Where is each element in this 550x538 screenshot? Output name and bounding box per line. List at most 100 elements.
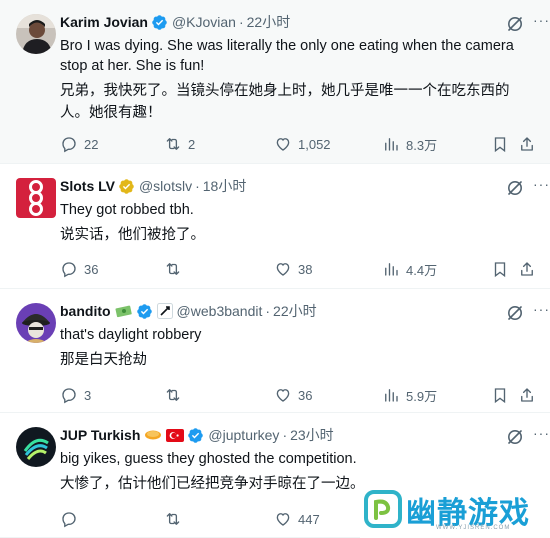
author-handle[interactable]: @slotslv <box>139 176 192 196</box>
grok-icon[interactable] <box>506 179 524 197</box>
coin-icon <box>144 428 162 442</box>
retweet-icon <box>166 513 180 525</box>
timestamp[interactable]: 23小时 <box>290 425 334 445</box>
like-count: 447 <box>298 511 320 527</box>
tweet-translation: 兄弟，我快死了。当镜头停在她身上时，她几乎是唯一一个在吃东西的人。她很有趣！ <box>60 83 510 121</box>
author-handle[interactable]: @jupturkey <box>208 425 279 445</box>
grok-icon[interactable] <box>506 428 524 446</box>
author-name[interactable]: Karim Jovian <box>60 12 148 32</box>
like-button[interactable]: 36 <box>274 386 312 404</box>
bookmark-icon <box>494 137 506 153</box>
watermark-subtitle: WWW.YJISREN.COM <box>436 525 511 531</box>
retweet-button[interactable]: 2 <box>164 135 195 153</box>
share-icon <box>521 388 533 402</box>
reply-icon <box>62 512 76 528</box>
retweet-icon <box>166 263 180 275</box>
reply-button[interactable]: 36 <box>60 260 98 278</box>
reply-button[interactable]: 3 <box>60 386 91 404</box>
author-name[interactable]: Slots LV <box>60 176 115 196</box>
timestamp[interactable]: 22小时 <box>273 301 317 321</box>
like-button[interactable]: 447 <box>274 510 320 528</box>
views-icon <box>385 263 398 276</box>
affiliate-badge-icon <box>156 303 173 319</box>
reply-button[interactable]: 22 <box>60 135 98 153</box>
retweet-icon <box>166 389 180 401</box>
retweet-button[interactable] <box>164 386 188 404</box>
avatar[interactable] <box>16 303 56 343</box>
grok-icon[interactable] <box>506 15 524 33</box>
reply-icon <box>62 388 76 404</box>
more-icon[interactable]: ··· <box>533 301 550 317</box>
like-count: 38 <box>298 261 313 277</box>
views-button[interactable]: 8.3万 <box>382 135 437 154</box>
watermark-logo-icon <box>364 490 402 528</box>
like-icon <box>276 263 290 276</box>
tweet-text: They got robbed tbh. <box>60 202 194 218</box>
reply-button[interactable] <box>60 510 84 528</box>
like-icon <box>276 138 290 151</box>
retweet-count: 2 <box>188 136 196 152</box>
like-button[interactable]: 38 <box>274 260 312 278</box>
views-button[interactable]: 4.4万 <box>382 260 437 279</box>
author-handle[interactable]: @KJovian <box>172 12 236 32</box>
retweet-icon <box>166 138 180 150</box>
author-name[interactable]: JUP Turkish <box>60 425 140 445</box>
bookmark-button[interactable] <box>491 386 509 404</box>
bookmark-icon <box>494 388 506 404</box>
reply-icon <box>62 262 76 278</box>
author-name[interactable]: bandito <box>60 301 111 321</box>
tweet-text: big yikes, guess they ghosted the compet… <box>60 451 357 467</box>
retweet-button[interactable] <box>164 260 188 278</box>
gold-verified-icon <box>118 178 135 195</box>
separator: · <box>195 178 200 194</box>
reply-count: 36 <box>84 261 99 277</box>
views-count: 4.4万 <box>406 262 438 278</box>
share-icon <box>521 262 533 276</box>
views-button[interactable]: 5.9万 <box>382 386 437 405</box>
views-count: 8.3万 <box>406 137 438 153</box>
tweet-slots-lv[interactable]: Slots LV @slotslv · 18小时 They got robbed… <box>0 164 550 289</box>
reply-icon <box>62 137 76 153</box>
share-button[interactable] <box>518 386 536 404</box>
like-icon <box>276 513 290 526</box>
bookmark-icon <box>494 262 506 278</box>
author-handle[interactable]: @web3bandit <box>177 301 263 321</box>
separator: · <box>282 427 288 443</box>
separator: · <box>238 14 244 30</box>
views-icon <box>385 389 398 402</box>
tweet-translation: 那是白天抢劫 <box>60 352 147 368</box>
tweet-karim-jovian[interactable]: Karim Jovian @KJovian · 22小时 Bro I was d… <box>0 0 550 164</box>
reply-feed: Karim Jovian @KJovian · 22小时 Bro I was d… <box>0 0 550 538</box>
bookmark-button[interactable] <box>491 135 509 153</box>
like-count: 1,052 <box>298 136 331 152</box>
tweet-translation: 说实话，他们被抢了。 <box>60 227 205 243</box>
like-button[interactable]: 1,052 <box>274 135 331 153</box>
tweet-text: that's daylight robbery <box>60 327 202 343</box>
turkey-flag-icon <box>166 428 185 442</box>
avatar[interactable] <box>16 427 56 467</box>
more-icon[interactable]: ··· <box>533 176 550 192</box>
more-icon[interactable]: ··· <box>533 12 550 28</box>
timestamp[interactable]: 18小时 <box>203 176 247 196</box>
timestamp[interactable]: 22小时 <box>247 12 291 32</box>
tweet-bandito[interactable]: bandito @web3bandit · 22小时 that's daylig… <box>0 289 550 413</box>
avatar[interactable] <box>16 14 56 54</box>
watermark: 幽静游戏 WWW.YJISREN.COM <box>360 478 550 538</box>
verified-icon <box>151 14 168 31</box>
bookmark-button[interactable] <box>491 260 509 278</box>
views-icon <box>385 138 398 151</box>
like-count: 36 <box>298 387 313 403</box>
money-icon <box>115 304 133 318</box>
reply-count: 22 <box>84 136 99 152</box>
tweet-text: Bro I was dying. She was literally the o… <box>60 38 514 74</box>
share-icon <box>521 137 533 151</box>
like-icon <box>276 389 290 402</box>
views-count: 5.9万 <box>406 388 438 404</box>
avatar[interactable] <box>16 178 56 218</box>
retweet-button[interactable] <box>164 510 188 528</box>
more-icon[interactable]: ··· <box>533 425 550 441</box>
share-button[interactable] <box>518 260 536 278</box>
separator: · <box>265 303 271 319</box>
grok-icon[interactable] <box>506 304 524 322</box>
share-button[interactable] <box>518 135 536 153</box>
